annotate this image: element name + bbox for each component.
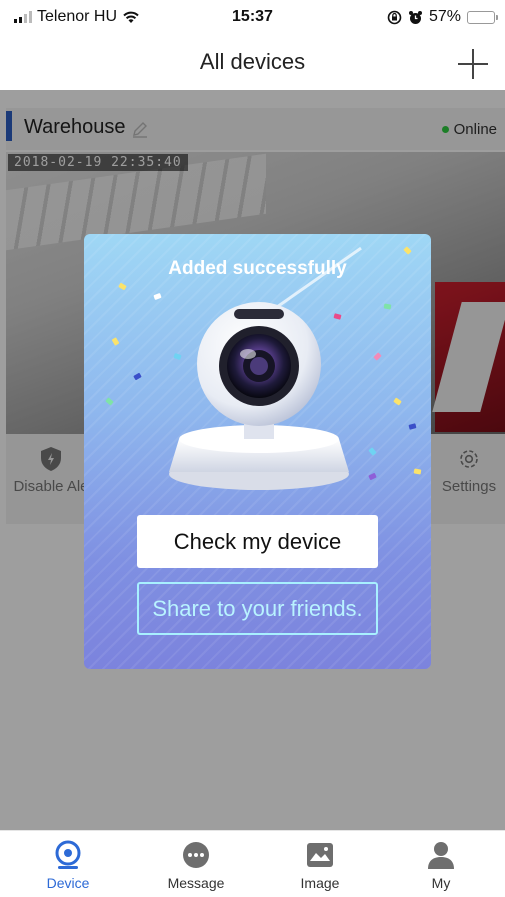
tab-my[interactable]: My: [391, 839, 491, 891]
status-bar: Telenor HU 15:37 57%: [0, 0, 505, 40]
page-title: All devices: [199, 49, 306, 74]
tab-message-label: Message: [167, 875, 225, 891]
tab-message[interactable]: Message: [146, 839, 246, 891]
image-icon: [307, 843, 333, 867]
confetti: [413, 468, 422, 475]
check-my-device-button[interactable]: Check my device: [137, 515, 378, 568]
message-icon: [183, 842, 209, 868]
tab-image[interactable]: Image: [270, 839, 370, 891]
battery-percent: 57%: [428, 8, 461, 25]
success-modal: Added successfully Check my device Share…: [84, 234, 431, 669]
share-to-friends-button[interactable]: Share to your friends.: [137, 582, 378, 635]
camera-illustration: [169, 302, 349, 490]
device-icon: [55, 840, 81, 869]
tab-device-label: Device: [46, 875, 90, 891]
add-device-button[interactable]: [457, 48, 489, 80]
confetti: [383, 303, 392, 310]
alarm-icon: [408, 10, 422, 24]
nav-bar: All devices: [0, 40, 505, 90]
tab-device[interactable]: Device: [18, 839, 118, 891]
tab-bar: Device Message Image My: [0, 830, 505, 897]
battery-icon: [467, 10, 498, 24]
rotation-lock-icon: [387, 10, 402, 24]
tab-image-label: Image: [300, 875, 340, 891]
modal-title: Added successfully: [168, 258, 347, 279]
user-icon: [428, 842, 454, 869]
status-right: 57%: [387, 8, 498, 26]
tab-my-label: My: [431, 875, 451, 891]
